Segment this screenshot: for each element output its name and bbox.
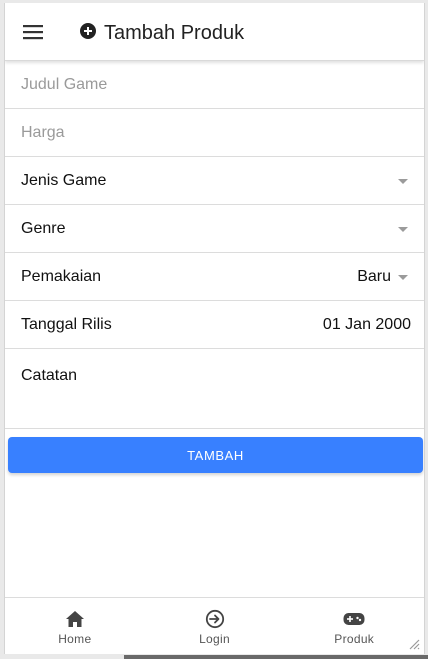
chevron-down-icon [398, 178, 408, 184]
jenis-game-label: Jenis Game [21, 171, 107, 189]
toolbar: Tambah Produk [5, 3, 424, 61]
judul-game-row [5, 61, 424, 109]
catatan-textarea[interactable]: Catatan [5, 349, 424, 429]
menu-icon [23, 25, 43, 40]
tab-login[interactable]: Login [145, 598, 285, 654]
window-bottom-bar [124, 655, 428, 659]
resize-grip-icon[interactable] [408, 638, 420, 650]
menu-button[interactable] [17, 18, 49, 46]
tab-home-label: Home [58, 632, 92, 646]
app-frame: Tambah Produk Jenis Game Genre Pemakaian… [4, 3, 425, 654]
jenis-game-select[interactable]: Jenis Game [5, 157, 424, 205]
tab-login-label: Login [199, 632, 230, 646]
tab-bar: Home Login Produk [5, 597, 424, 654]
add-circle-icon [80, 23, 96, 39]
tambah-button[interactable]: TAMBAH [8, 437, 423, 473]
chevron-down-icon [398, 274, 408, 280]
pemakaian-select[interactable]: Pemakaian Baru [5, 253, 424, 301]
login-icon [204, 608, 226, 630]
product-form: Jenis Game Genre Pemakaian Baru Tanggal … [5, 61, 424, 429]
tanggal-rilis-value: 01 Jan 2000 [322, 315, 411, 333]
tab-home[interactable]: Home [5, 598, 145, 654]
home-icon [64, 608, 86, 630]
tab-produk-label: Produk [334, 632, 375, 646]
pemakaian-label: Pemakaian [21, 267, 102, 285]
catatan-label: Catatan [21, 367, 78, 384]
harga-row [5, 109, 424, 157]
tanggal-rilis-picker[interactable]: Tanggal Rilis 01 Jan 2000 [5, 301, 424, 349]
page-title: Tambah Produk [80, 19, 244, 47]
gamepad-icon [343, 608, 365, 630]
genre-label: Genre [21, 219, 66, 237]
tab-produk[interactable]: Produk [284, 598, 424, 654]
submit-wrap: TAMBAH [8, 437, 423, 473]
page-title-text: Tambah Produk [104, 21, 245, 44]
tanggal-rilis-label: Tanggal Rilis [21, 315, 112, 333]
harga-input[interactable] [21, 123, 381, 142]
judul-game-input[interactable] [21, 75, 381, 94]
genre-select[interactable]: Genre [5, 205, 424, 253]
chevron-down-icon [398, 226, 408, 232]
pemakaian-value: Baru [357, 267, 391, 285]
